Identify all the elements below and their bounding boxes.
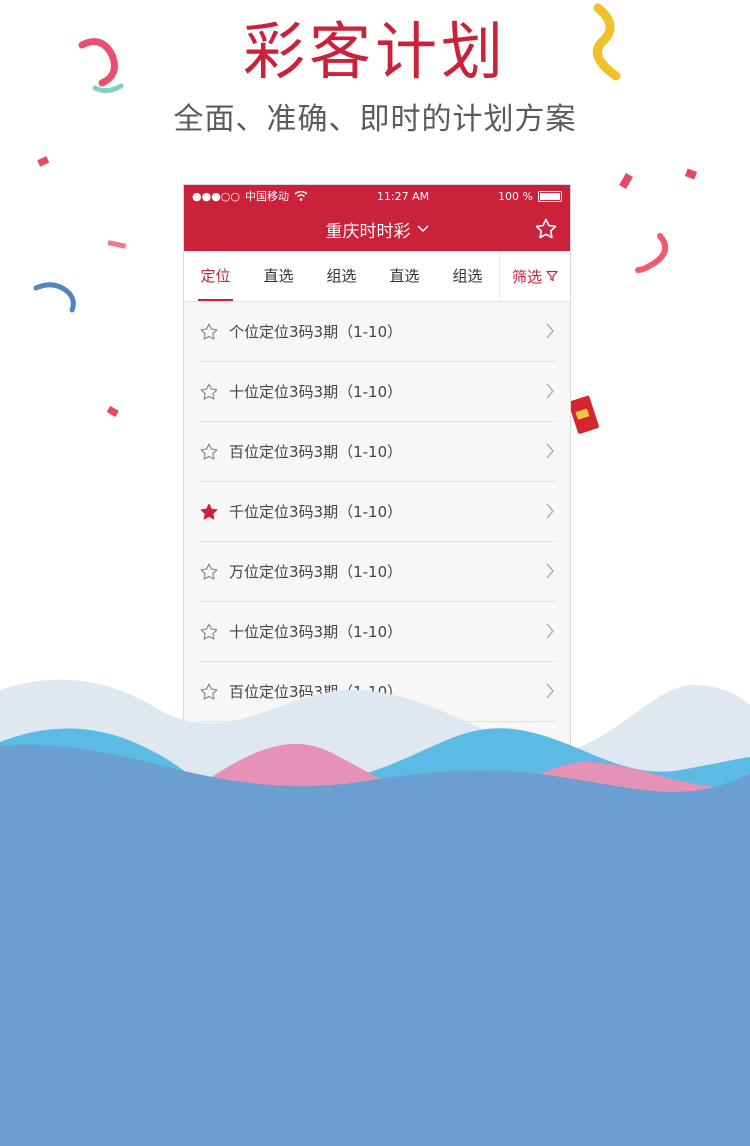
filter-button[interactable]: 筛选 (499, 251, 570, 301)
tab-zuxuan-2[interactable]: 组选 (436, 251, 499, 301)
lottery-selector[interactable]: 重庆时时彩 (326, 217, 429, 242)
red-envelope-icon (568, 395, 599, 434)
filter-icon (546, 270, 558, 282)
list-item[interactable]: 万位定位3码3期（1-10） (199, 542, 555, 602)
chevron-right-icon (546, 503, 555, 519)
list-item-label: 个位定位3码3期（1-10） (229, 323, 403, 341)
wifi-icon (294, 191, 308, 201)
carrier-label: 中国移动 (245, 190, 289, 203)
nav-title: 重庆时时彩 (325, 221, 411, 242)
chevron-right-icon (546, 383, 555, 399)
star-filled-icon[interactable] (199, 502, 219, 522)
tab-zhixuan-2[interactable]: 直选 (373, 251, 436, 301)
signal-indicator: ●●●○○ (192, 189, 240, 203)
confetti-ribbon (78, 38, 118, 87)
list-item[interactable]: 十位定位3码3期（1-10） (199, 362, 555, 422)
confetti-piece (106, 405, 119, 417)
tab-dingwei[interactable]: 定位 (184, 251, 247, 301)
chevron-right-icon (546, 443, 555, 459)
list-item-label: 十位定位3码3期（1-10） (229, 383, 403, 401)
list-item-label: 千位定位3码3期（1-10） (229, 503, 403, 521)
chevron-right-icon (546, 563, 555, 579)
list-item-label: 十位定位3码3期（1-10） (229, 623, 403, 641)
list-item[interactable]: 个位定位3码3期（1-10） (199, 302, 555, 362)
confetti-piece (37, 156, 50, 167)
filter-label: 筛选 (511, 267, 542, 286)
confetti-piece (107, 240, 127, 249)
confetti-ribbon (592, 3, 621, 81)
battery-icon (537, 190, 562, 202)
chevron-down-icon (416, 225, 429, 233)
chevron-right-icon (546, 623, 555, 639)
wave-decoration (0, 679, 750, 1146)
star-outline-icon[interactable] (199, 442, 219, 462)
star-outline-icon[interactable] (199, 622, 219, 642)
wave-blue (0, 744, 750, 1146)
battery-percent: 100 % (498, 189, 533, 203)
star-outline-icon[interactable] (199, 382, 219, 402)
tab-zuxuan[interactable]: 组选 (310, 251, 373, 301)
star-outline-icon[interactable] (534, 217, 558, 241)
tab-bar: 定位 直选 组选 直选 组选 筛选 (184, 251, 570, 302)
list-item[interactable]: 十位定位3码3期（1-10） (199, 602, 555, 662)
clock: 11:27 AM (376, 189, 430, 203)
list-item[interactable]: 千位定位3码3期（1-10） (199, 482, 555, 542)
chevron-right-icon (546, 323, 555, 339)
confetti-ribbon (33, 282, 76, 313)
tab-zhixuan[interactable]: 直选 (247, 251, 310, 301)
status-bar: ●●●○○ 中国移动 11:27 AM 100 % (184, 185, 570, 207)
confetti-ribbon (92, 83, 124, 94)
list-item-label: 百位定位3码3期（1-10） (229, 443, 403, 461)
confetti-piece (684, 168, 698, 180)
confetti-ribbon (635, 233, 669, 273)
star-outline-icon[interactable] (199, 322, 219, 342)
list-item-label: 万位定位3码3期（1-10） (229, 563, 403, 581)
list-item[interactable]: 百位定位3码3期（1-10） (199, 422, 555, 482)
nav-bar: 重庆时时彩 (184, 207, 570, 251)
star-outline-icon[interactable] (199, 562, 219, 582)
confetti-piece (619, 172, 633, 190)
